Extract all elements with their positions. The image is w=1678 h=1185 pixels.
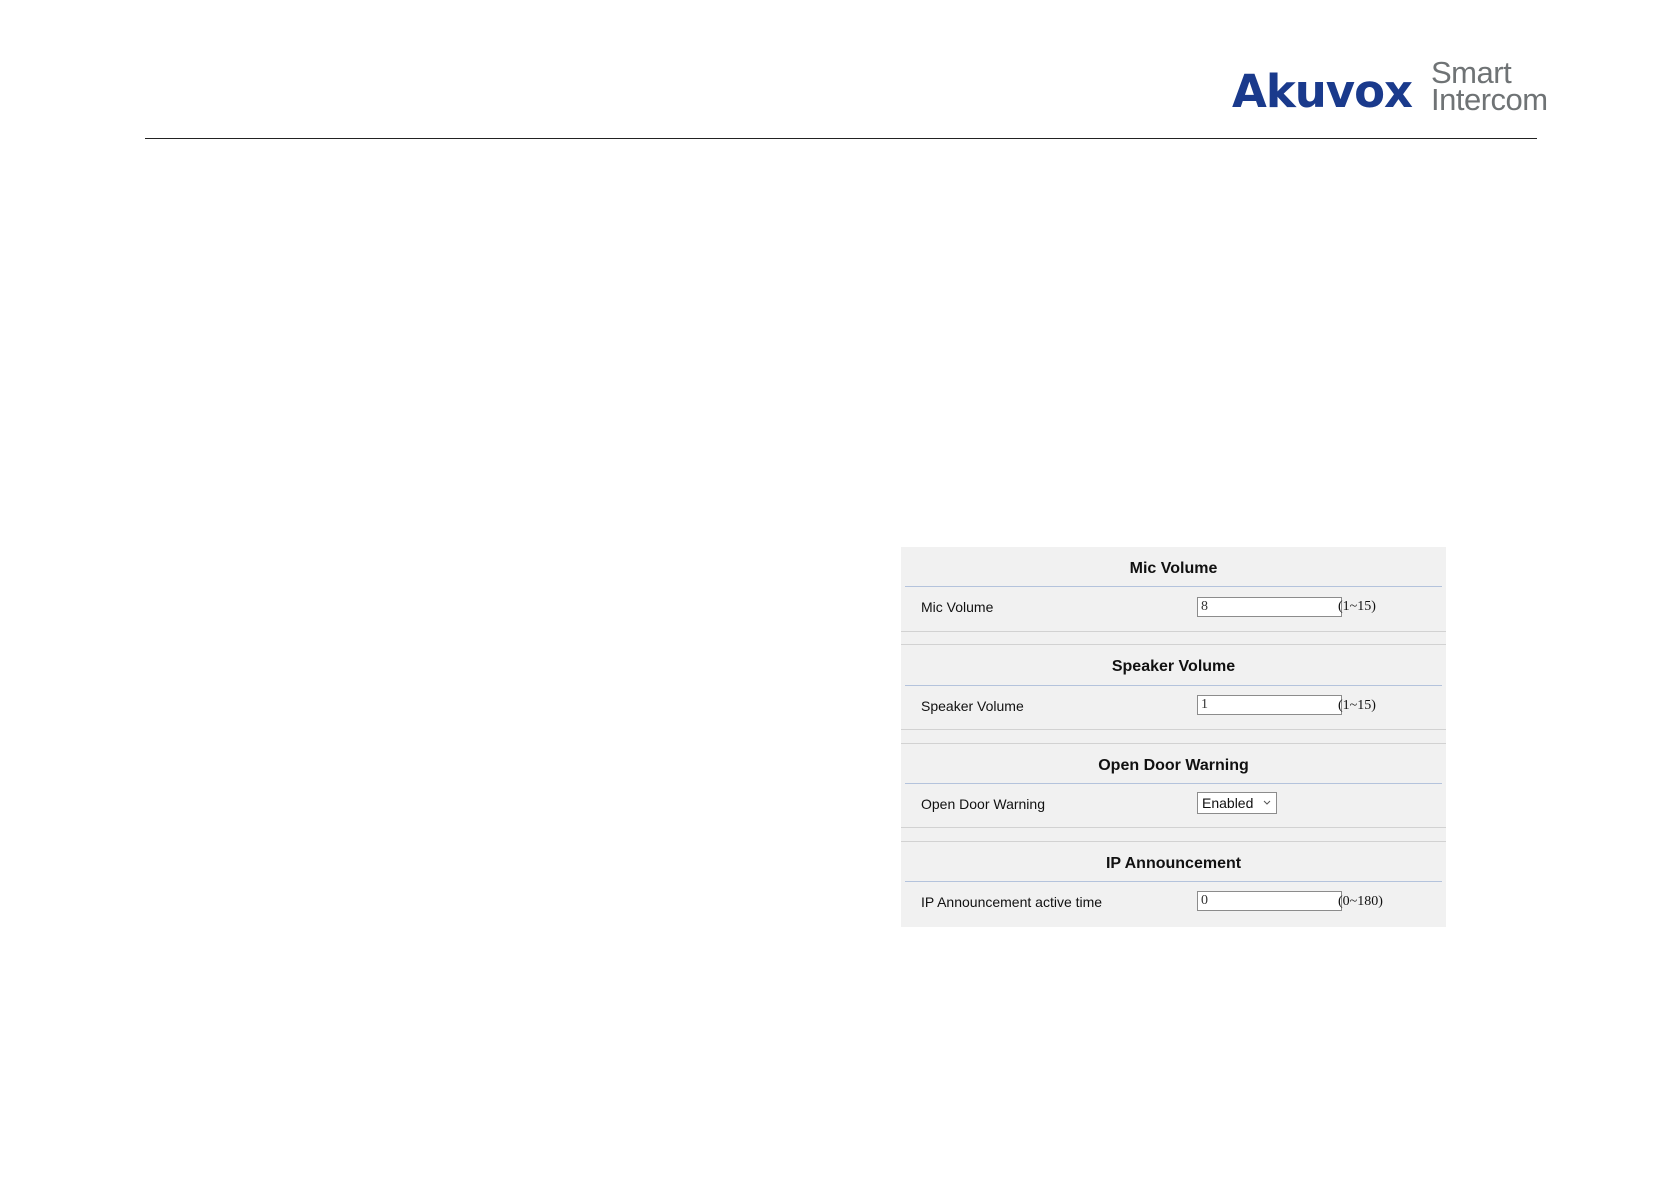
divider bbox=[901, 729, 1446, 730]
audio-settings-panel: Mic Volume Mic Volume 8 (1~15) Speaker V… bbox=[901, 547, 1446, 927]
mic-volume-range: (1~15) bbox=[1338, 599, 1376, 614]
divider bbox=[905, 783, 1442, 784]
ip-announcement-time-label: IP Announcement active time bbox=[921, 894, 1103, 910]
section-title-speaker-volume: Speaker Volume bbox=[1111, 658, 1236, 675]
divider bbox=[901, 827, 1446, 828]
header-divider bbox=[145, 138, 1537, 139]
speaker-volume-range: (1~15) bbox=[1338, 698, 1376, 713]
section-title-ip-announcement: IP Announcement bbox=[1105, 855, 1242, 872]
akuvox-logo: Akuvox Smart Intercom bbox=[1232, 57, 1548, 120]
logo-brand-text: Akuvox bbox=[1232, 65, 1413, 118]
open-door-warning-select[interactable]: Enabled bbox=[1197, 792, 1277, 814]
divider bbox=[901, 743, 1446, 744]
ip-announcement-time-range: (0~180) bbox=[1338, 894, 1383, 909]
logo-tagline: Smart Intercom bbox=[1431, 57, 1548, 117]
open-door-warning-selected-value: Enabled bbox=[1202, 795, 1254, 811]
divider bbox=[905, 685, 1442, 686]
divider bbox=[901, 644, 1446, 645]
ip-announcement-time-input[interactable]: 0 bbox=[1197, 891, 1342, 911]
chevron-down-icon bbox=[1262, 793, 1272, 813]
speaker-volume-label: Speaker Volume bbox=[921, 698, 1024, 714]
mic-volume-label: Mic Volume bbox=[921, 599, 994, 615]
open-door-warning-label: Open Door Warning bbox=[921, 796, 1045, 812]
logo-tagline-line2: Intercom bbox=[1431, 82, 1548, 117]
section-title-open-door-warning: Open Door Warning bbox=[1098, 757, 1249, 774]
speaker-volume-input[interactable]: 1 bbox=[1197, 695, 1342, 715]
mic-volume-input[interactable]: 8 bbox=[1197, 597, 1342, 617]
divider bbox=[901, 631, 1446, 632]
divider bbox=[905, 881, 1442, 882]
section-title-mic-volume: Mic Volume bbox=[1129, 560, 1218, 577]
divider bbox=[901, 841, 1446, 842]
divider bbox=[905, 586, 1442, 587]
